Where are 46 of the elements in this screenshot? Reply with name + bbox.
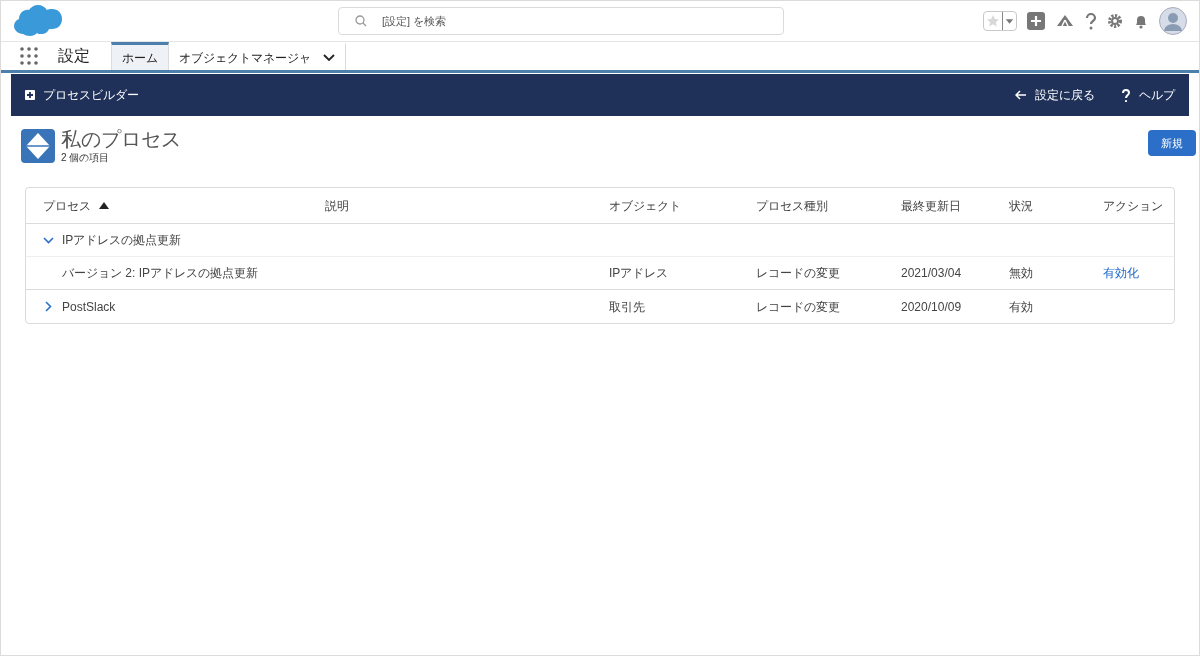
column-header[interactable]: プロセス種別 [756,196,828,215]
table-cell: レコードの変更 [756,299,840,314]
settings-icon[interactable] [1107,13,1123,29]
app-launcher-icon[interactable] [20,47,38,65]
column-header[interactable]: 状況 [1009,196,1033,215]
process-name[interactable]: PostSlack [62,297,116,316]
column-header[interactable]: プロセス [43,196,91,215]
process-name[interactable]: IPアドレスの拠点更新 [62,231,182,249]
chevron-right-icon[interactable] [43,301,54,312]
column-header[interactable]: オブジェクト [609,196,681,215]
new-button[interactable]: 新規 [1148,130,1196,156]
plus-icon[interactable] [1027,12,1045,30]
app-name: 設定 [58,46,90,66]
column-header[interactable]: アクション [1103,196,1163,215]
process-name[interactable]: バージョン 2: IPアドレスの拠点更新 [62,264,258,282]
column-header[interactable]: 説明 [325,196,349,215]
table-cell: 無効 [1009,266,1033,280]
banner-title: プロセスビルダー [43,87,140,104]
caret-icon [1002,12,1016,30]
nav-tab[interactable]: オブジェクトマネージャ [169,42,346,70]
table-cell: 取引先 [609,299,645,314]
activate-link[interactable]: 有効化 [1103,266,1139,280]
arrow-left-icon [1015,90,1027,100]
cloud-logo[interactable] [13,4,63,38]
column-header[interactable]: 最終更新日 [901,196,961,215]
process-icon [21,129,55,163]
nav-tab[interactable]: ホーム [111,42,169,70]
page-title: 私のプロセス [61,128,182,150]
back-to-setup-link[interactable]: 設定に戻る [1015,86,1095,104]
search-icon [355,15,367,27]
item-count: 2 個の項目 [61,151,111,165]
help-icon[interactable] [1085,12,1097,30]
sort-ascending-icon[interactable] [99,202,109,209]
favorites-button[interactable] [983,11,1017,31]
chevron-down-icon[interactable] [323,53,335,62]
table-cell: IPアドレス [609,266,669,280]
search-field[interactable]: [設定] を検索 [338,7,784,35]
table-cell: レコードの変更 [756,266,840,280]
bell-icon[interactable] [1133,13,1149,29]
table-cell: 2021/03/04 [901,266,962,280]
table-cell: 有効 [1009,299,1033,314]
help-icon [1121,88,1131,102]
help-link[interactable]: ヘルプ [1121,86,1175,104]
plus-box-icon [25,90,35,100]
table-cell: 2020/10/09 [901,299,962,314]
avatar-icon[interactable] [1159,7,1187,35]
